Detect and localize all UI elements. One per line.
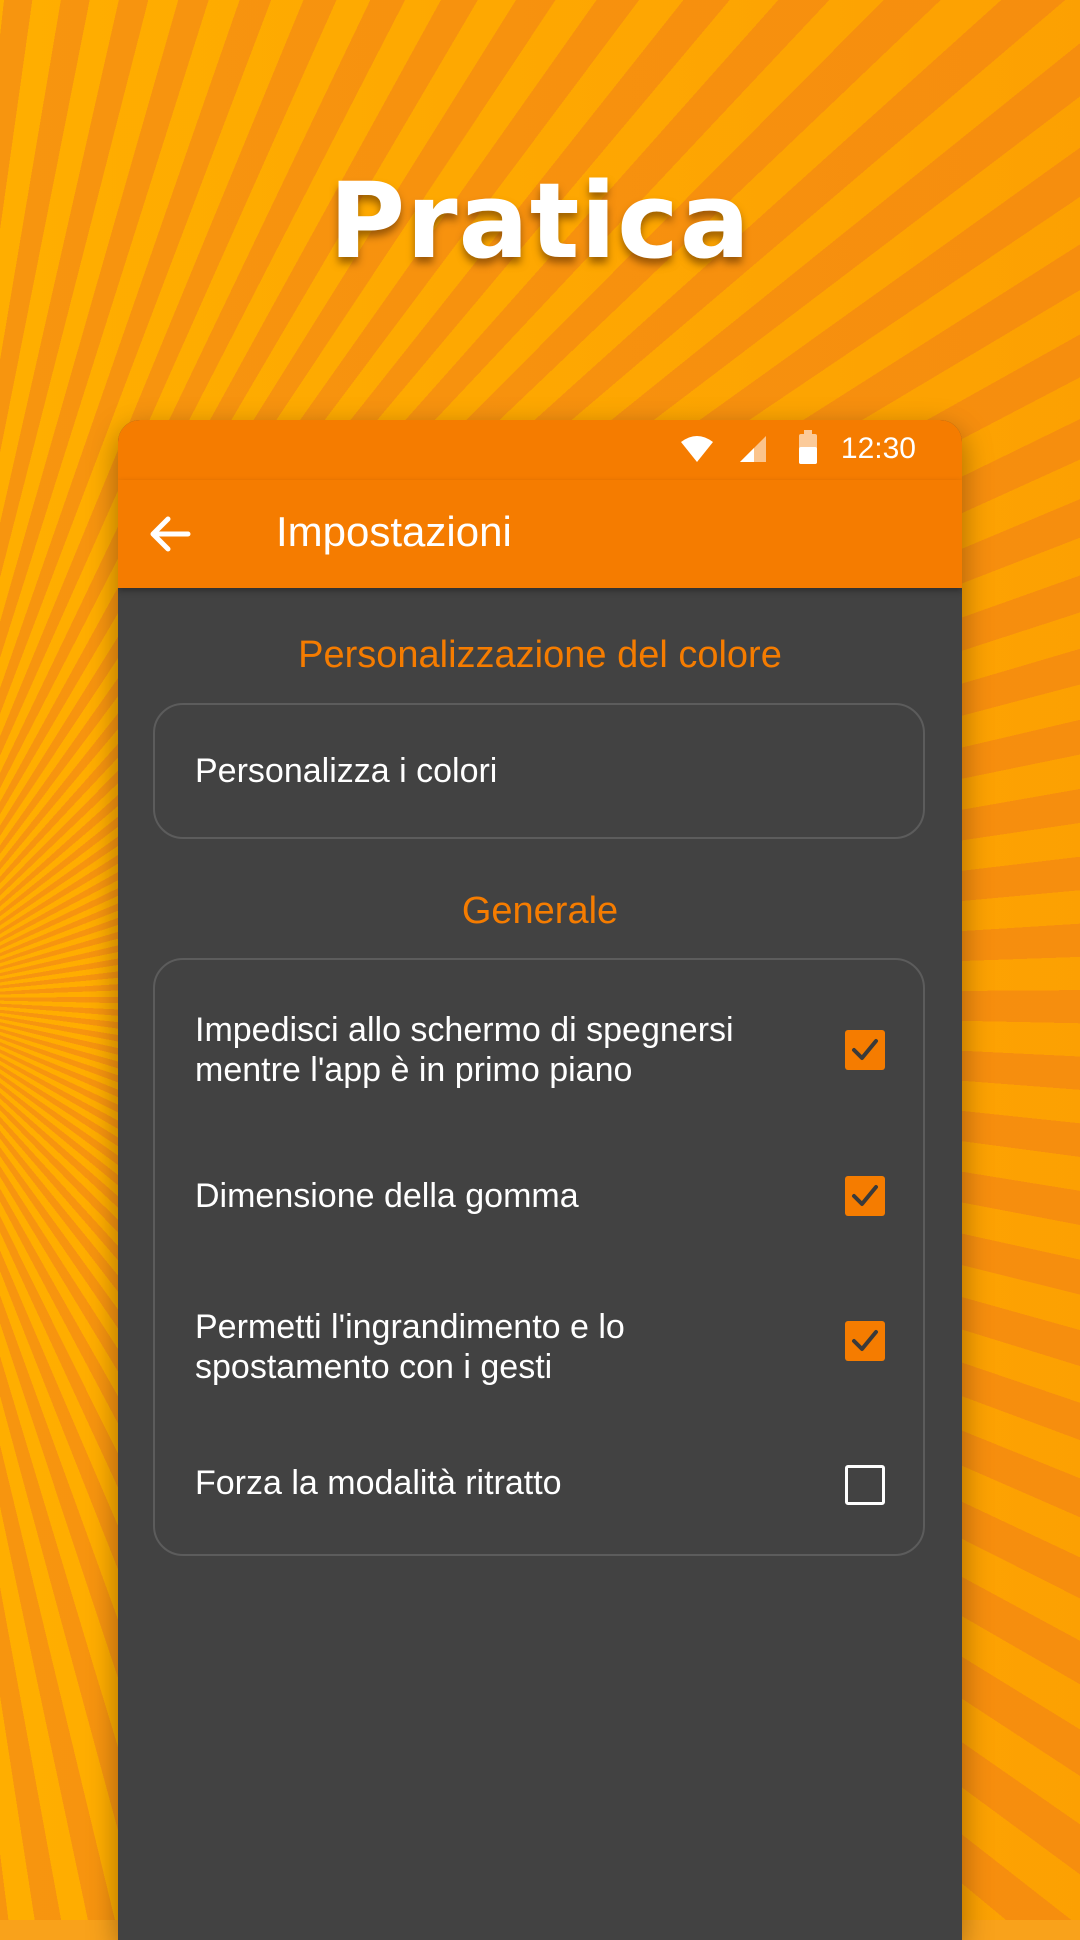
status-bar: 12:30 bbox=[118, 420, 962, 480]
check-icon bbox=[852, 1330, 878, 1351]
app-bar: Impostazioni bbox=[118, 480, 962, 588]
setting-label-line1: Impedisci allo schermo di spegnersi bbox=[195, 1011, 734, 1049]
color-settings-card: Personalizza i colori bbox=[153, 703, 925, 839]
keep-screen-on-checkbox[interactable] bbox=[845, 1030, 885, 1070]
list-item-customize-colors[interactable]: Personalizza i colori bbox=[155, 705, 923, 837]
wifi-icon bbox=[681, 436, 713, 462]
signal-icon bbox=[740, 436, 766, 462]
setting-label: Forza la modalità ritratto bbox=[195, 1464, 562, 1502]
battery-icon bbox=[799, 430, 817, 464]
setting-label: Impedisci allo schermo di spegnersi ment… bbox=[195, 1010, 734, 1090]
page-title: Impostazioni bbox=[276, 508, 512, 555]
force-portrait-checkbox[interactable] bbox=[845, 1465, 885, 1505]
status-time: 12:30 bbox=[840, 432, 916, 465]
setting-label-line2: mentre l'app è in primo piano bbox=[195, 1051, 633, 1089]
check-icon bbox=[852, 1039, 878, 1060]
setting-label-line1: Permetti l'ingrandimento e lo bbox=[195, 1308, 625, 1346]
eraser-size-checkbox[interactable] bbox=[845, 1176, 885, 1216]
section-header-color: Personalizzazione del colore bbox=[298, 634, 782, 676]
setting-label: Permetti l'ingrandimento e lo spostament… bbox=[195, 1307, 625, 1387]
gestures-checkbox[interactable] bbox=[845, 1321, 885, 1361]
setting-eraser-size[interactable]: Dimensione della gomma bbox=[155, 1138, 923, 1248]
setting-label: Dimensione della gomma bbox=[195, 1177, 579, 1215]
setting-label-line2: spostamento con i gesti bbox=[195, 1348, 553, 1386]
phone-screen: 12:30 Impostazioni Personalizzazione del… bbox=[118, 420, 962, 1940]
section-header-general: Generale bbox=[461, 890, 619, 932]
setting-keep-screen-on[interactable]: Impedisci allo schermo di spegnersi ment… bbox=[155, 960, 923, 1110]
setting-force-portrait[interactable]: Forza la modalità ritratto bbox=[155, 1425, 923, 1535]
check-icon bbox=[852, 1185, 878, 1206]
setting-gestures[interactable]: Permetti l'ingrandimento e lo spostament… bbox=[155, 1265, 923, 1415]
arrow-back-icon[interactable] bbox=[148, 512, 192, 556]
general-settings-card: Impedisci allo schermo di spegnersi ment… bbox=[153, 958, 925, 1556]
list-item-label: Personalizza i colori bbox=[195, 752, 498, 790]
promo-headline: Pratica bbox=[329, 160, 751, 282]
